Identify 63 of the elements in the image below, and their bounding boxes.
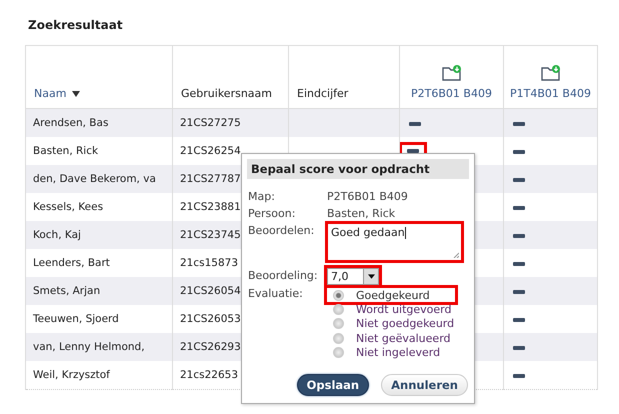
column-header-link[interactable]: P2T6B01 B409 bbox=[411, 87, 492, 100]
section-title: Zoekresultaat bbox=[28, 18, 123, 32]
field-label: Map: bbox=[248, 189, 276, 205]
dash-icon[interactable] bbox=[511, 231, 527, 241]
radio-option[interactable]: Niet geëvalueerd bbox=[327, 331, 455, 346]
username: 21CS23881 bbox=[180, 201, 241, 213]
username: 21CS26053 bbox=[180, 313, 241, 325]
resize-grip-icon[interactable] bbox=[453, 252, 459, 258]
column-header-link[interactable]: Naam bbox=[34, 87, 66, 100]
column-header-link[interactable]: P1T4B01 B409 bbox=[510, 87, 591, 100]
username: 21CS27275 bbox=[180, 117, 241, 129]
field-label: Persoon: bbox=[248, 206, 296, 222]
radio-option[interactable]: Wordt uitgevoerd bbox=[327, 302, 455, 316]
student-name: Arendsen, Bas bbox=[33, 117, 108, 129]
dash-icon[interactable] bbox=[407, 119, 423, 129]
field-label: Evaluatie: bbox=[248, 286, 304, 302]
save-button[interactable]: Opslaan bbox=[296, 374, 370, 396]
student-name: den, Dave Bekerom, va bbox=[33, 173, 156, 185]
dash-icon[interactable] bbox=[511, 203, 527, 213]
username: 21CS26054 bbox=[180, 285, 241, 297]
dash-icon[interactable] bbox=[511, 287, 527, 297]
dash-icon[interactable] bbox=[511, 259, 527, 269]
radio-option[interactable]: Niet goedgekeurd bbox=[327, 316, 455, 331]
dash-icon[interactable] bbox=[511, 175, 527, 185]
student-name: Teeuwen, Sjoerd bbox=[33, 313, 119, 325]
radio-button[interactable] bbox=[333, 347, 344, 358]
column-header: Eindcijfer bbox=[297, 87, 348, 100]
grade-select[interactable]: 7,0 bbox=[327, 268, 379, 285]
field-label: Beoordelen: bbox=[248, 223, 316, 239]
student-name: Leenders, Bart bbox=[33, 257, 110, 269]
field-label: Beoordeling: bbox=[248, 268, 319, 284]
student-name: van, Lenny Helmond, bbox=[33, 341, 145, 353]
dash-icon[interactable] bbox=[511, 315, 527, 325]
folder-icon[interactable] bbox=[540, 65, 560, 81]
dash-icon[interactable] bbox=[511, 343, 527, 353]
student-name: Basten, Rick bbox=[33, 145, 98, 157]
field-value: Basten, Rick bbox=[327, 206, 396, 222]
column-header: Gebruikersnaam bbox=[181, 87, 272, 100]
radio-option[interactable]: Goedgekeurd bbox=[327, 288, 455, 302]
cancel-button[interactable]: Annuleren bbox=[381, 374, 468, 396]
dash-icon[interactable] bbox=[511, 371, 527, 381]
student-name: Smets, Arjan bbox=[33, 285, 100, 297]
dropdown-caret-icon bbox=[368, 274, 374, 279]
folder-icon[interactable] bbox=[442, 65, 462, 81]
username: 21CS26293 bbox=[180, 341, 241, 353]
radio-button[interactable] bbox=[333, 290, 344, 300]
radio-option[interactable]: Niet ingeleverd bbox=[327, 346, 455, 360]
sort-descending-icon[interactable] bbox=[72, 90, 80, 96]
comment-field[interactable]: Goed gedaan bbox=[327, 223, 462, 261]
dash-icon[interactable] bbox=[511, 147, 527, 157]
username: 21CS23745 bbox=[180, 229, 241, 241]
username: 21CS26254 bbox=[180, 145, 241, 157]
student-name: Kessels, Kees bbox=[33, 201, 104, 213]
student-name: Koch, Kaj bbox=[33, 229, 81, 241]
username: 21CS27787 bbox=[180, 173, 241, 185]
username: 21cs22653 bbox=[180, 369, 238, 381]
field-value: P2T6B01 B409 bbox=[327, 189, 409, 205]
dialog-title: Bepaal score voor opdracht bbox=[247, 159, 469, 179]
username: 21cs15873 bbox=[180, 257, 238, 269]
student-name: Weil, Krzysztof bbox=[33, 369, 110, 381]
radio-button[interactable] bbox=[333, 318, 344, 330]
radio-button[interactable] bbox=[333, 332, 344, 344]
dash-icon[interactable] bbox=[511, 119, 527, 129]
